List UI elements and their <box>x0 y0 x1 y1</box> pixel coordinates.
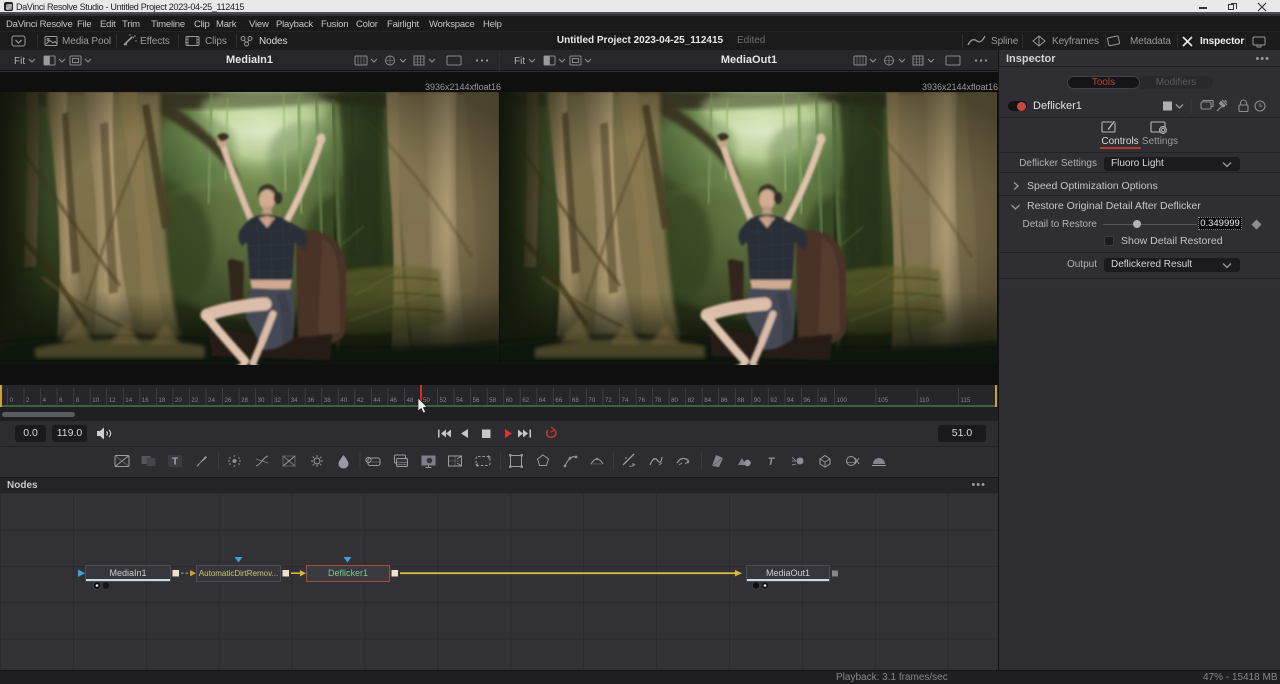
svg-text:58: 58 <box>489 397 496 404</box>
svg-text:46: 46 <box>390 397 397 404</box>
svg-text:56: 56 <box>473 397 480 404</box>
svg-text:74: 74 <box>622 397 629 404</box>
svg-text:54: 54 <box>456 397 463 404</box>
svg-text:2: 2 <box>26 397 30 404</box>
svg-text:38: 38 <box>324 397 331 404</box>
svg-text:44: 44 <box>373 397 380 404</box>
svg-text:82: 82 <box>688 397 695 404</box>
svg-text:72: 72 <box>605 397 612 404</box>
svg-text:T: T <box>172 457 178 468</box>
svg-text:64: 64 <box>539 397 546 404</box>
svg-text:16: 16 <box>142 397 149 404</box>
svg-text:52: 52 <box>440 397 447 404</box>
svg-text:98: 98 <box>820 397 827 404</box>
svg-text:76: 76 <box>638 397 645 404</box>
svg-text:94: 94 <box>787 397 794 404</box>
svg-text:30: 30 <box>258 397 265 404</box>
svg-text:42: 42 <box>357 397 364 404</box>
svg-text:34: 34 <box>291 397 298 404</box>
svg-text:60: 60 <box>506 397 513 404</box>
svg-text:110: 110 <box>919 397 929 404</box>
svg-text:4: 4 <box>43 397 47 404</box>
svg-text:28: 28 <box>241 397 248 404</box>
svg-text:24: 24 <box>208 397 215 404</box>
svg-text:115: 115 <box>961 397 971 404</box>
svg-text:18: 18 <box>158 397 165 404</box>
svg-text:78: 78 <box>655 397 662 404</box>
svg-text:48: 48 <box>407 397 414 404</box>
svg-text:80: 80 <box>671 397 678 404</box>
svg-text:T: T <box>768 456 776 468</box>
svg-text:22: 22 <box>191 397 198 404</box>
svg-text:92: 92 <box>770 397 777 404</box>
svg-text:62: 62 <box>522 397 529 404</box>
svg-text:20: 20 <box>175 397 182 404</box>
svg-text:26: 26 <box>225 397 232 404</box>
svg-text:10: 10 <box>92 397 99 404</box>
svg-text:6: 6 <box>59 397 63 404</box>
svg-text:66: 66 <box>555 397 562 404</box>
svg-text:70: 70 <box>588 397 595 404</box>
svg-text:40: 40 <box>340 397 347 404</box>
svg-text:0: 0 <box>10 397 14 404</box>
svg-text:105: 105 <box>878 397 889 404</box>
svg-text:12: 12 <box>109 397 116 404</box>
svg-text:36: 36 <box>307 397 314 404</box>
svg-text:8: 8 <box>76 397 80 404</box>
svg-text:100: 100 <box>837 397 848 404</box>
svg-text:88: 88 <box>737 397 744 404</box>
svg-text:68: 68 <box>572 397 579 404</box>
svg-text:32: 32 <box>274 397 281 404</box>
svg-text:86: 86 <box>721 397 728 404</box>
svg-text:84: 84 <box>704 397 711 404</box>
svg-text:14: 14 <box>125 397 132 404</box>
svg-text:90: 90 <box>754 397 761 404</box>
svg-text:96: 96 <box>803 397 810 404</box>
